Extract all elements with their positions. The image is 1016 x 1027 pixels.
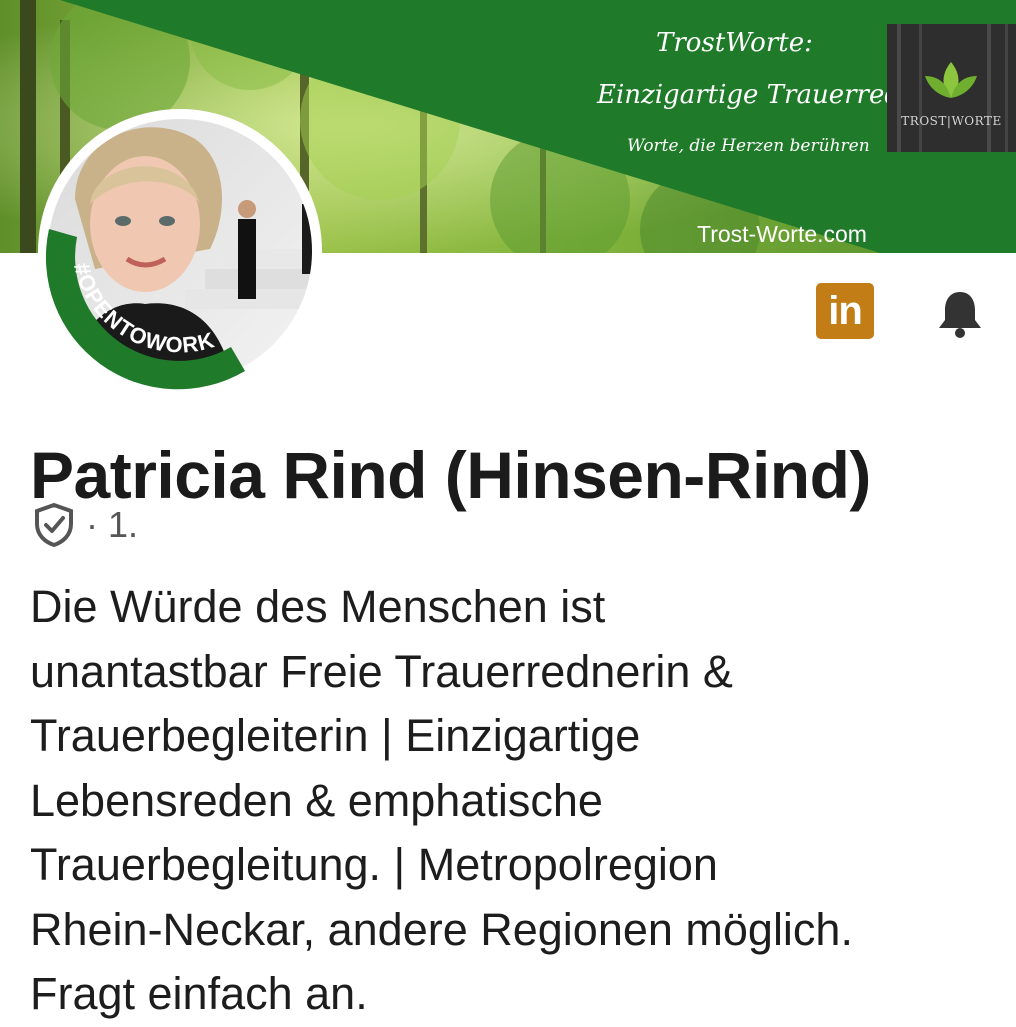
banner-tagline: Worte, die Herzen berühren (627, 136, 870, 156)
verified-shield-icon[interactable] (32, 502, 76, 548)
logo-text: TROST|WORTE (901, 114, 1002, 128)
profile-avatar[interactable]: #OPENTOWORK (35, 109, 325, 394)
banner-title: TrostWorte: (656, 28, 813, 58)
headline-line: Rhein-Neckar, andere Regionen möglich. (30, 903, 853, 955)
bell-icon[interactable] (935, 288, 985, 340)
brand-logo: TROST|WORTE (887, 24, 1016, 152)
headline-line: Trauerbegleitung. | Metropolregion (30, 839, 718, 890)
headline-line: Die Würde des Menschen ist (30, 581, 606, 632)
verification-row: · 1. (32, 502, 138, 548)
profile-name: Patricia Rind (Hinsen-Rind) (30, 438, 871, 512)
connection-degree: · 1. (86, 504, 139, 545)
leaf-icon (897, 24, 1008, 152)
banner-subtitle: Einzigartige Trauerreden (597, 80, 934, 110)
headline-line: Lebensreden & emphatische (30, 774, 603, 826)
linkedin-icon[interactable]: in (816, 283, 874, 339)
headline-line: unantastbar Freie Trauerrednerin & (30, 645, 733, 697)
headline-line: Fragt einfach an. (30, 968, 368, 1019)
banner-website: Trost-Worte.com (697, 221, 867, 247)
profile-headline: Die Würde des Menschen ist unantastbar F… (30, 575, 1005, 1027)
headline-line: Trauerbegleiterin | Einzigartige (30, 710, 641, 761)
